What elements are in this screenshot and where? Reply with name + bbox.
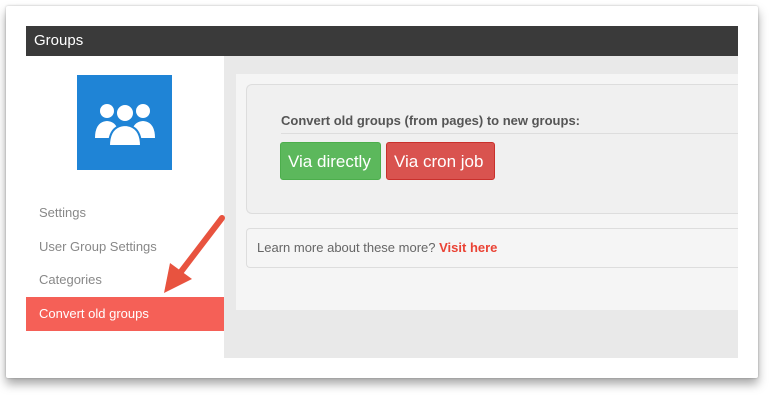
red-arrow-icon [164,215,225,293]
panel-title: Convert old groups (from pages) to new g… [281,113,580,128]
sidebar: Settings User Group Settings Categories … [26,56,224,358]
panel-divider [281,133,738,134]
window-title: Groups [26,26,738,56]
users-group-icon [77,75,172,170]
info-text: Learn more about these more? [257,240,436,255]
sidebar-item-convert-old-groups[interactable]: Convert old groups [26,297,224,331]
visit-here-link[interactable]: Visit here [439,240,497,255]
content-area: Convert old groups (from pages) to new g… [236,74,738,310]
via-cron-job-button[interactable]: Via cron job [386,142,495,180]
convert-panel: Convert old groups (from pages) to new g… [246,84,738,214]
main-content: Convert old groups (from pages) to new g… [224,56,738,358]
screenshot-frame: Groups Settings User Group Settings Cate… [6,6,758,378]
via-directly-button[interactable]: Via directly [280,142,381,180]
info-bar: Learn more about these more? Visit here [246,228,738,268]
